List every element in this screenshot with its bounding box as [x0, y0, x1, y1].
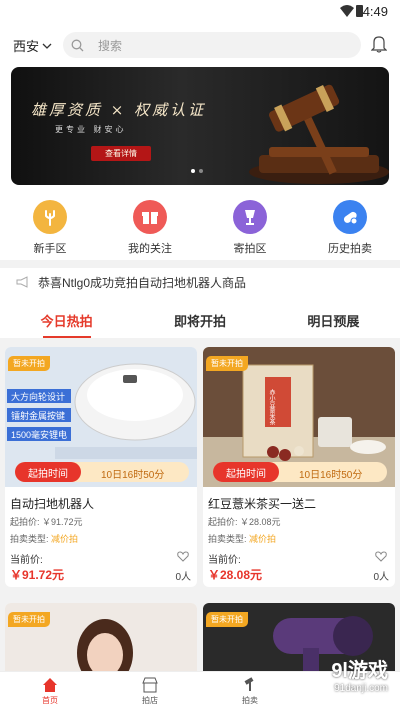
category-consign[interactable]: 寄拍区 [200, 196, 300, 260]
banner-section: 雄厚资质 × 权威认证 更专业 财安心 查看详情 [0, 64, 400, 196]
city-label: 西安 [13, 39, 40, 54]
auction-type-value: 减价拍 [51, 534, 79, 544]
category-newbie[interactable]: 新手区 [0, 196, 100, 260]
chevron-down-icon [42, 43, 52, 49]
carousel-dots [191, 169, 203, 173]
top-bar: 西安 搜索 [0, 24, 400, 64]
category-follow[interactable]: 我的关注 [100, 196, 200, 260]
gavel-icon [244, 677, 254, 691]
product-name: 红豆薏米茶买一送二 [208, 497, 317, 511]
pill-icon [333, 200, 367, 234]
product-card[interactable]: 赤小豆薏米茶 暂未开拍 起拍时间 10日16时50分 红豆薏米茶买一送二 起拍价… [203, 347, 395, 587]
status-badge: 暂未开拍 [8, 356, 50, 371]
watermark-sub: 91danji.com [334, 683, 388, 694]
tab-today-hot[interactable]: 今日热拍 [0, 296, 133, 338]
banner-carousel[interactable]: 雄厚资质 × 权威认证 更专业 财安心 查看详情 [11, 67, 389, 185]
gavel-image [249, 84, 389, 184]
banner-subtitle: 更专业 财安心 [55, 125, 127, 134]
start-time-bar: 起拍时间 10日16时50分 [15, 462, 189, 482]
home-icon [43, 678, 57, 692]
search-icon [71, 39, 84, 51]
hand-icon [33, 200, 67, 234]
follower-count: 0人 [175, 572, 191, 583]
banner-detail-button[interactable]: 查看详情 [91, 146, 151, 161]
category-grid: 新手区 我的关注 寄拍区 历史拍卖 [0, 196, 400, 260]
shop-icon [142, 677, 158, 693]
heart-icon[interactable] [375, 551, 387, 562]
product-card[interactable]: 暂未开拍 [5, 603, 197, 675]
megaphone-icon [16, 276, 28, 288]
robot-feature-2: 镭射金属按键 [11, 410, 65, 421]
current-price-label: 当前价: [208, 555, 241, 566]
current-price: ￥28.08元 [208, 568, 263, 582]
search-placeholder: 搜索 [98, 38, 123, 53]
start-time-label: 起拍时间 [15, 462, 81, 482]
start-time-value: 10日16时50分 [299, 470, 363, 481]
nav-home[interactable]: 首页 [0, 672, 100, 711]
robot-feature-3: 1500毫安锂电 [11, 429, 67, 440]
nav-label: 拍卖 [242, 696, 258, 705]
product-name: 自动扫地机器人 [10, 497, 95, 511]
follower-count: 0人 [373, 572, 389, 583]
status-badge: 暂未开拍 [206, 356, 248, 371]
auction-type-value: 减价拍 [249, 534, 277, 544]
status-badge: 暂未开拍 [8, 612, 50, 627]
auction-type: 拍卖类型: 减价拍 [208, 534, 277, 544]
category-label: 寄拍区 [233, 243, 267, 255]
category-label: 我的关注 [128, 243, 172, 255]
status-badge: 暂未开拍 [206, 612, 248, 627]
tab-upcoming[interactable]: 即将开拍 [133, 296, 266, 338]
watermark-main: 9l游戏 [331, 660, 388, 682]
nav-shop[interactable]: 拍店 [100, 672, 200, 711]
status-bar: 4:49 [0, 0, 400, 24]
nav-auction[interactable]: 拍卖 [200, 672, 300, 711]
product-card[interactable]: 大方向轮设计 镭射金属按键 1500毫安锂电 暂未开拍 起拍时间 10日16时5… [5, 347, 197, 587]
heart-icon[interactable] [177, 551, 189, 562]
tab-tomorrow-preview[interactable]: 明日预展 [267, 296, 400, 338]
gift-icon [133, 200, 167, 234]
start-price: 起拍价: ￥91.72元 [10, 517, 83, 527]
cup-icon [233, 200, 267, 234]
search-input[interactable]: 搜索 [63, 32, 361, 58]
category-history[interactable]: 历史拍卖 [300, 196, 400, 260]
current-price-label: 当前价: [10, 555, 43, 566]
start-price: 起拍价: ￥28.08元 [208, 517, 281, 527]
banner-title: 雄厚资质 × 权威认证 [31, 101, 207, 119]
category-label: 历史拍卖 [328, 243, 372, 255]
auction-tabs: 今日热拍 即将开拍 明日预展 [0, 296, 400, 338]
notice-text: 恭喜Ntlg0成功竞拍自动扫地机器人商品 [38, 275, 247, 290]
nav-label: 拍店 [142, 696, 158, 705]
city-selector[interactable]: 西安 [13, 36, 52, 55]
watermark: 9l游戏 91danji.com [331, 654, 388, 694]
tea-package-text: 赤小豆薏米茶 [268, 389, 275, 425]
auction-type: 拍卖类型: 减价拍 [10, 534, 79, 544]
nav-label: 首页 [42, 696, 58, 705]
current-price: ￥91.72元 [10, 568, 65, 582]
status-time: 4:49 [362, 4, 388, 19]
start-time-bar: 起拍时间 10日16时50分 [213, 462, 387, 482]
category-label: 新手区 [33, 243, 67, 255]
wifi-icon [340, 5, 354, 17]
start-time-label: 起拍时间 [213, 462, 279, 482]
robot-feature-1: 大方向轮设计 [11, 391, 65, 402]
start-time-value: 10日16时50分 [101, 470, 165, 481]
bell-icon[interactable] [371, 35, 387, 53]
notice-bar[interactable]: 恭喜Ntlg0成功竞拍自动扫地机器人商品 [0, 268, 400, 296]
